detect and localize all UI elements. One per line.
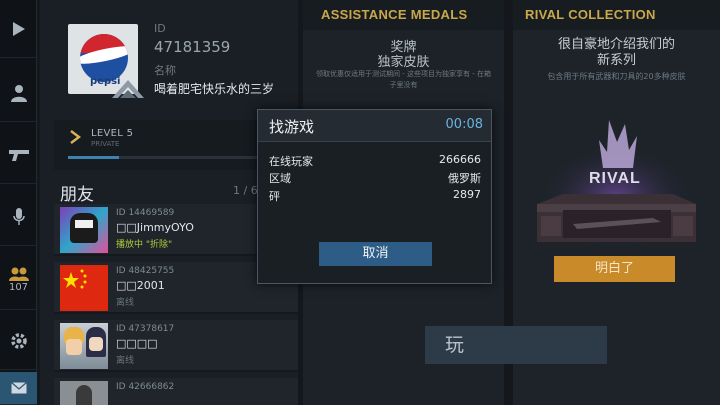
- assistance-reward-line2: 独家皮肤: [377, 55, 430, 70]
- friend-id: ID 42666862: [116, 382, 175, 392]
- player-id-label: ID: [154, 22, 166, 35]
- friend-row[interactable]: ID 47378617 □□□□ 离线: [54, 320, 298, 372]
- level-rank-name: PRIVATE: [91, 140, 120, 148]
- region-label: 区域: [269, 172, 291, 185]
- friends-count: 1 / 6: [233, 184, 258, 197]
- nav-profile-button[interactable]: [0, 64, 37, 122]
- user-icon: [10, 84, 27, 102]
- rival-description: 包含用于所有武器和刀具的20多种皮肤: [547, 72, 686, 81]
- friend-avatar: [60, 265, 108, 311]
- level-chevron-icon: [70, 130, 81, 144]
- friends-count-badge: 107: [8, 281, 29, 293]
- dialog-title: 找游戏: [269, 118, 315, 136]
- friend-id: ID 14469589: [116, 208, 175, 218]
- player-name-value: 喝着肥宅快乐水的三岁: [154, 82, 275, 96]
- friend-avatar: [60, 381, 108, 405]
- friend-avatar: [60, 323, 108, 369]
- nav-play-button[interactable]: [0, 0, 37, 58]
- friend-name: □□2001: [116, 279, 165, 292]
- cancel-button[interactable]: 取消: [319, 242, 432, 266]
- friend-status: 离线: [116, 298, 135, 308]
- friend-status: 离线: [116, 356, 135, 366]
- pepsi-logo: [80, 34, 128, 82]
- friends-icon: [8, 267, 29, 281]
- nav-voice-button[interactable]: [0, 188, 37, 246]
- ping-label: 砰: [269, 190, 280, 203]
- assistance-title: ASSISTANCE MEDALS: [321, 7, 468, 22]
- gear-icon: [10, 332, 27, 349]
- online-players-value: 266666: [439, 153, 481, 166]
- dialog-header: 找游戏 00:08: [258, 110, 491, 142]
- level-label: LEVEL 5: [91, 128, 134, 139]
- find-game-dialog: 找游戏 00:08 在线玩家 266666 区域 俄罗斯 砰 2897 取消: [257, 109, 492, 284]
- friend-status: 播放中 "折除": [116, 240, 173, 250]
- search-timer: 00:08: [445, 117, 483, 132]
- china-flag-icon: [63, 269, 87, 289]
- rival-heading-line1: 很自豪地介绍我们的: [557, 37, 675, 52]
- rival-title: RIVAL COLLECTION: [525, 7, 656, 22]
- got-it-button[interactable]: 明白了: [554, 256, 675, 282]
- mail-icon: [10, 382, 27, 394]
- friend-name: □□□□: [116, 337, 158, 350]
- friend-row[interactable]: ID 42666862: [54, 378, 298, 405]
- assistance-description: 领取优惠仅适用于测试期间 - 这些项目为独家享有 - 在箱子里没有: [316, 70, 491, 89]
- pistol-icon: [8, 149, 29, 161]
- region-value: 俄罗斯: [448, 172, 481, 185]
- friend-avatar: [60, 207, 108, 253]
- nav-friends-button[interactable]: 107: [0, 250, 37, 310]
- rank-badge-icon: [112, 80, 144, 98]
- online-players-label: 在线玩家: [269, 155, 313, 168]
- ping-value: 2897: [453, 188, 481, 201]
- friends-title: 朋友: [60, 185, 94, 205]
- nav-weapons-button[interactable]: [0, 126, 37, 184]
- player-name-label: 名称: [154, 64, 176, 77]
- rival-logo-text: RIVAL: [589, 170, 641, 187]
- play-button[interactable]: 玩: [425, 326, 607, 364]
- rival-heading-line2: 新系列: [596, 53, 636, 68]
- nav-rail: 107: [0, 0, 37, 405]
- microphone-icon: [12, 207, 25, 225]
- friend-name: □□JimmyOYO: [116, 221, 194, 234]
- level-progress-fill: [68, 156, 119, 159]
- friend-id: ID 48425755: [116, 266, 175, 276]
- nav-settings-button[interactable]: [0, 312, 37, 370]
- player-id-value: 47181359: [154, 38, 231, 56]
- play-icon: [12, 21, 25, 36]
- nav-mail-button[interactable]: [0, 372, 37, 405]
- friend-id: ID 47378617: [116, 324, 175, 334]
